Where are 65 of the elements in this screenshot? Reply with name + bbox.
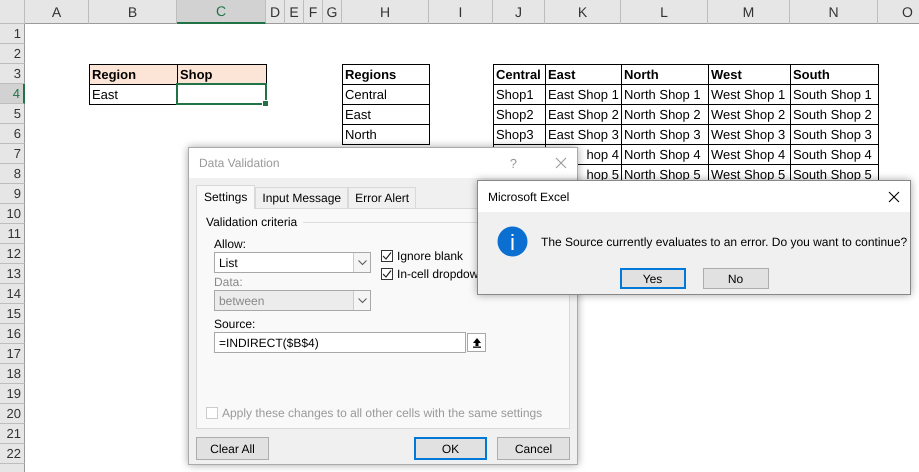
table-cell[interactable]	[176, 83, 267, 105]
window-title: Data Validation	[199, 156, 280, 170]
row-header[interactable]: 7	[0, 144, 25, 164]
row-header[interactable]: 10	[0, 204, 25, 224]
window-title: Microsoft Excel	[488, 190, 570, 204]
row-header[interactable]: 14	[0, 284, 25, 304]
checkbox[interactable]	[381, 268, 393, 280]
row-header[interactable]: 2	[0, 44, 25, 64]
field-label: Source:	[214, 317, 256, 331]
close-icon[interactable]	[888, 190, 900, 202]
message-text: The Source currently evaluates to an error. Do you want to continue?	[541, 234, 908, 248]
dialog-button[interactable]: No	[702, 268, 768, 289]
column-header[interactable]: D	[266, 0, 285, 24]
checkbox-label: Ignore blank	[397, 249, 464, 263]
column-header[interactable]: G	[323, 0, 342, 24]
header-cell: Regions	[342, 64, 430, 85]
table-cell[interactable]: East	[342, 104, 430, 125]
row-header[interactable]: 19	[0, 384, 25, 404]
table-cell[interactable]: East	[89, 84, 178, 105]
chevron-icon	[358, 298, 366, 304]
row-header[interactable]: 8	[0, 164, 25, 184]
row-header[interactable]: 3	[0, 64, 25, 84]
dialog-button[interactable]: Yes	[620, 268, 686, 289]
column-header[interactable]: J	[493, 0, 545, 24]
checkbox-label: In-cell dropdow	[397, 267, 478, 281]
checkbox[interactable]	[381, 250, 393, 262]
row-header[interactable]: 11	[0, 224, 25, 244]
column-header[interactable]: C	[177, 0, 266, 24]
column-header[interactable]: A	[25, 0, 89, 24]
row-header[interactable]: 6	[0, 124, 25, 144]
column-header[interactable]: N	[790, 0, 878, 24]
column-header[interactable]: K	[545, 0, 621, 24]
row-header[interactable]: 21	[0, 424, 25, 444]
row-header[interactable]: 12	[0, 244, 25, 264]
column-header[interactable]: E	[285, 0, 304, 24]
column-header[interactable]: L	[621, 0, 708, 24]
row-header[interactable]: 4	[0, 84, 25, 104]
info-icon	[497, 226, 528, 257]
header-cell: Shop	[177, 64, 267, 85]
column-header[interactable]: B	[89, 0, 177, 24]
table-cell[interactable]: North	[342, 124, 430, 145]
field-label: Allow:	[214, 237, 248, 251]
row-header[interactable]: 16	[0, 324, 25, 344]
field-label: Data:	[214, 275, 244, 289]
column-header[interactable]: M	[708, 0, 790, 24]
column-header[interactable]: H	[342, 0, 429, 24]
row-header[interactable]: 20	[0, 404, 25, 424]
row-header[interactable]: 13	[0, 264, 25, 284]
row-header[interactable]: 1	[0, 24, 25, 44]
row-header[interactable]: 17	[0, 344, 25, 364]
column-header[interactable]: O	[878, 0, 919, 24]
checkbox-label: Apply these changes to all other cells with the same settings	[222, 406, 542, 420]
chevron-icon	[358, 260, 366, 266]
row-header[interactable]: 15	[0, 304, 25, 324]
table-cell[interactable]: Central	[342, 84, 430, 105]
group-label: Validation criteria	[206, 215, 298, 229]
column-header[interactable]: F	[304, 0, 323, 24]
header-cell: Central	[493, 64, 546, 85]
row-header[interactable]: 9	[0, 184, 25, 204]
row-header[interactable]: 18	[0, 364, 25, 384]
row-header[interactable]: 5	[0, 104, 25, 124]
column-header[interactable]: I	[429, 0, 493, 24]
row-header[interactable]: 22	[0, 444, 25, 464]
header-cell: Region	[89, 64, 178, 85]
header-cell: South	[790, 64, 879, 85]
